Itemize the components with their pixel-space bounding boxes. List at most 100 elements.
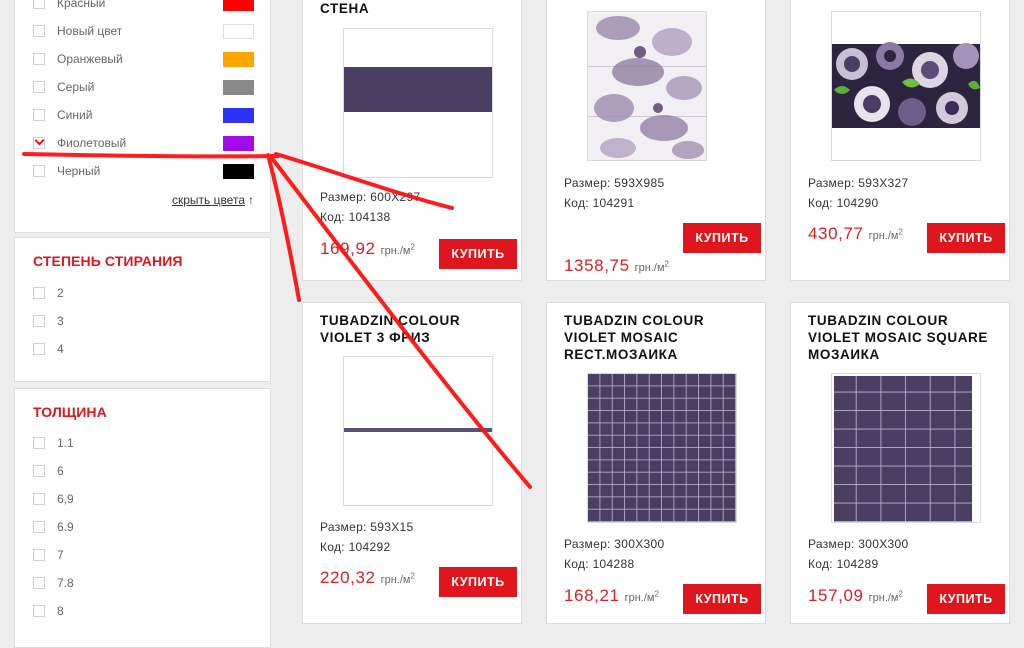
option-label: 2 [57, 286, 64, 300]
price-unit: грн./м2 [625, 590, 659, 604]
buy-button[interactable]: КУПИТЬ [683, 223, 761, 253]
mosaic-grid-icon[interactable] [587, 373, 737, 523]
color-option-violet[interactable]: Фиолетовый [33, 135, 126, 151]
rose-pattern [832, 12, 980, 160]
option-label: 3 [57, 314, 64, 328]
color-filter-panel: Красный Новый цвет Оранжевый Серый Синий… [14, 0, 271, 233]
price-unit: грн./м2 [869, 589, 903, 604]
color-option-label: Оранжевый [57, 52, 123, 66]
product-card: TUBADZIN COLOUR VIOLET 3 ФРИЗ Размер: 59… [302, 302, 522, 624]
checkbox[interactable] [33, 343, 45, 355]
price-value: 430,77 [808, 224, 864, 243]
checkbox[interactable] [33, 315, 45, 327]
abrasion-filter-panel: СТЕПЕНЬ СТИРАНИЯ 2 3 4 [14, 237, 271, 382]
color-option-gray[interactable]: Серый [33, 79, 94, 95]
color-swatch-violet [223, 136, 254, 151]
checkbox[interactable] [33, 81, 45, 93]
option-label: 1.1 [57, 436, 74, 450]
color-option-black[interactable]: Черный [33, 163, 100, 179]
option-label: 7.8 [57, 576, 74, 590]
product-code: Код: 104289 [808, 557, 879, 571]
checkbox-checked[interactable] [33, 137, 45, 149]
product-title[interactable]: TUBADZIN COLOUR VIOLET MOSAIC SQUARE МОЗ… [808, 312, 998, 363]
annotation-stroke [266, 153, 301, 302]
abrasion-option[interactable]: 2 [33, 285, 64, 301]
product-size: Размер: 600X297 [320, 190, 421, 204]
unit-sup: 2 [664, 259, 669, 269]
panel-title: СТЕПЕНЬ СТИРАНИЯ [33, 253, 183, 269]
product-title[interactable]: TUBADZIN COLOUR VIOLET MOSAIC RECT.МОЗАИ… [564, 312, 754, 363]
buy-button[interactable]: КУПИТЬ [683, 584, 761, 614]
thickness-option[interactable]: 6,9 [33, 491, 74, 507]
abrasion-option[interactable]: 4 [33, 341, 64, 357]
color-option-blue[interactable]: Синий [33, 107, 92, 123]
color-swatch-black [223, 164, 254, 179]
thickness-option[interactable]: 7 [33, 547, 64, 563]
checkbox[interactable] [33, 493, 45, 505]
thickness-filter-panel: ТОЛЩИНА 1.1 6 6,9 6.9 7 7.8 8 [14, 388, 271, 648]
unit-text: грн./м [380, 574, 411, 586]
option-label: 6 [57, 464, 64, 478]
checkbox[interactable] [33, 0, 45, 9]
product-title[interactable]: СТЕНА [320, 0, 510, 17]
product-card: Размер: 593X985 Код: 104291 КУПИТЬ 1358,… [546, 0, 766, 281]
checkbox[interactable] [33, 549, 45, 561]
unit-text: грн./м [380, 245, 411, 257]
mosaic-brick-pattern [834, 376, 972, 522]
abrasion-option[interactable]: 3 [33, 313, 64, 329]
checkbox[interactable] [33, 53, 45, 65]
checkbox[interactable] [33, 287, 45, 299]
checkbox[interactable] [33, 25, 45, 37]
price-unit: грн./м2 [868, 227, 903, 242]
buy-button[interactable]: КУПИТЬ [439, 239, 517, 269]
product-card: TUBADZIN COLOUR VIOLET MOSAIC SQUARE МОЗ… [790, 302, 1010, 624]
checkbox[interactable] [33, 437, 45, 449]
color-option-red[interactable]: Красный [33, 0, 105, 11]
floral-panel-icon[interactable] [587, 11, 707, 161]
color-option-orange[interactable]: Оранжевый [33, 51, 123, 67]
checkbox[interactable] [33, 521, 45, 533]
checkbox[interactable] [33, 577, 45, 589]
buy-button[interactable]: КУПИТЬ [439, 567, 517, 597]
unit-sup: 2 [898, 227, 903, 237]
floral-pattern [588, 12, 706, 160]
checkbox[interactable] [33, 165, 45, 177]
product-size: Размер: 300X300 [808, 537, 909, 551]
checkbox[interactable] [33, 109, 45, 121]
product-size: Размер: 300X300 [564, 537, 665, 551]
unit-text: грн./м [634, 262, 665, 274]
product-card: СТЕНА Размер: 600X297 Код: 104138 169,92… [302, 0, 522, 281]
checkbox[interactable] [33, 465, 45, 477]
price-value: 220,32 [320, 568, 376, 587]
product-size: Размер: 593X985 [564, 176, 665, 190]
thickness-option[interactable]: 6.9 [33, 519, 74, 535]
mosaic-brick-icon[interactable] [831, 373, 981, 523]
product-card: TUBADZIN COLOUR VIOLET MOSAIC RECT.МОЗАИ… [546, 302, 766, 624]
thickness-option[interactable]: 6 [33, 463, 64, 479]
thickness-option[interactable]: 7.8 [33, 575, 74, 591]
panel-title: ТОЛЩИНА [33, 404, 107, 420]
color-swatch-gray [223, 80, 254, 95]
color-option-label: Черный [57, 164, 101, 178]
unit-text: грн./м [868, 230, 899, 242]
option-label: 7 [57, 548, 64, 562]
product-title[interactable]: TUBADZIN COLOUR VIOLET 3 ФРИЗ [320, 312, 510, 346]
rose-decor-icon[interactable] [831, 11, 981, 161]
price-value: 168,21 [564, 586, 620, 605]
color-swatch-blue [223, 108, 254, 123]
buy-button[interactable]: КУПИТЬ [927, 223, 1005, 253]
unit-sup: 2 [898, 589, 903, 599]
frieze-line-icon[interactable] [343, 356, 493, 506]
product-code: Код: 104288 [564, 557, 635, 571]
color-option-new[interactable]: Новый цвет [33, 23, 122, 39]
thickness-option[interactable]: 8 [33, 603, 64, 619]
color-swatch-orange [223, 52, 254, 67]
wall-stripe-icon[interactable] [343, 28, 493, 178]
hide-colors-link[interactable]: скрыть цвета ↑ [172, 193, 254, 207]
price-unit: грн./м2 [380, 572, 415, 586]
checkbox[interactable] [33, 605, 45, 617]
buy-button[interactable]: КУПИТЬ [927, 584, 1005, 614]
product-card: Размер: 593X327 Код: 104290 430,77 грн./… [790, 0, 1010, 281]
color-swatch-new [223, 24, 254, 39]
thickness-option[interactable]: 1.1 [33, 435, 74, 451]
